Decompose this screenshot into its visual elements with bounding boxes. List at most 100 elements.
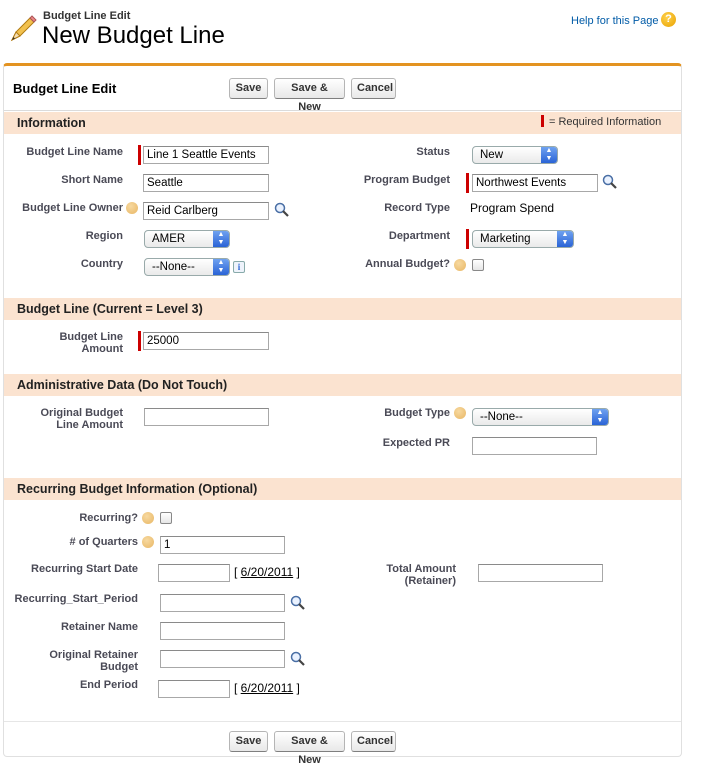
- label-budget-type: Budget Type: [384, 407, 450, 419]
- section-title: Administrative Data (Do Not Touch): [17, 378, 228, 392]
- retainer-name-input[interactable]: [160, 622, 285, 640]
- quarters-input[interactable]: 1: [160, 536, 285, 554]
- select-arrows-icon: ▲ ▼: [213, 259, 229, 275]
- annual-budget-checkbox[interactable]: [472, 259, 484, 271]
- label-line: Original Budget: [40, 407, 124, 419]
- label-original-retainer-budget: Original Retainer Budget: [10, 649, 138, 673]
- required-legend: = Required Information: [541, 115, 661, 128]
- label-region: Region: [85, 230, 123, 242]
- section-recurring: Recurring Budget Information (Optional): [4, 478, 681, 500]
- date-today-value[interactable]: 6/20/2011: [241, 681, 294, 695]
- breadcrumb: Budget Line Edit: [43, 10, 131, 22]
- label-line: Line Amount: [56, 419, 123, 431]
- section-admin: Administrative Data (Do Not Touch): [4, 374, 681, 396]
- status-select[interactable]: New ▲ ▼: [472, 146, 558, 164]
- original-amount-input[interactable]: [144, 408, 269, 426]
- save-new-button-bottom[interactable]: Save & New: [274, 731, 345, 766]
- lookup-icon[interactable]: [289, 595, 306, 610]
- region-select[interactable]: AMER ▲ ▼: [144, 230, 230, 248]
- pencil-icon: [10, 15, 37, 42]
- save-new-button-top[interactable]: Save & New: [274, 78, 345, 113]
- cancel-button-top[interactable]: Cancel: [351, 78, 396, 99]
- help-bubble-icon[interactable]: [142, 512, 154, 524]
- date-today-link[interactable]: [ 6/20/2011 ]: [234, 681, 300, 695]
- recurring-start-period-input[interactable]: [160, 594, 285, 612]
- expected-pr-input[interactable]: [472, 437, 597, 455]
- divider: [4, 110, 681, 111]
- section-title: Budget Line (Current = Level 3): [17, 302, 203, 316]
- date-today-link[interactable]: [ 6/20/2011 ]: [234, 565, 300, 579]
- label-end-period: End Period: [79, 679, 138, 691]
- label-annual-budget: Annual Budget?: [365, 258, 450, 270]
- select-arrows-icon: ▲ ▼: [557, 231, 573, 247]
- label-line: Budget: [100, 661, 138, 673]
- cancel-button-bottom[interactable]: Cancel: [351, 731, 396, 752]
- department-select[interactable]: Marketing ▲ ▼: [472, 230, 574, 248]
- short-name-input[interactable]: Seattle: [143, 174, 269, 192]
- budget-line-amount-input[interactable]: 25000: [143, 332, 269, 350]
- department-value: Marketing: [480, 233, 531, 245]
- status-value: New: [480, 149, 504, 161]
- label-short-name: Short Name: [61, 174, 123, 186]
- original-retainer-input[interactable]: [160, 650, 285, 668]
- question-icon[interactable]: ?: [661, 12, 676, 27]
- panel-title: Budget Line Edit: [13, 81, 117, 96]
- save-button-bottom[interactable]: Save: [229, 731, 268, 752]
- label-budget-line-name: Budget Line Name: [26, 146, 123, 158]
- select-arrows-icon: ▲ ▼: [213, 231, 229, 247]
- owner-input[interactable]: Reid Carlberg: [143, 202, 269, 220]
- required-marker: [138, 331, 141, 351]
- divider: [4, 721, 681, 722]
- budget-line-name-input[interactable]: Line 1 Seattle Events: [143, 146, 269, 164]
- lookup-icon[interactable]: [289, 651, 306, 666]
- required-marker: [466, 229, 469, 249]
- label-line: (Retainer): [404, 575, 456, 587]
- recurring-start-date-input[interactable]: [158, 564, 230, 582]
- required-marker: [466, 173, 469, 193]
- label-line: Budget Line: [59, 331, 123, 343]
- total-amount-input[interactable]: [478, 564, 603, 582]
- save-button-top[interactable]: Save: [229, 78, 268, 99]
- section-budget-line: Budget Line (Current = Level 3): [4, 298, 681, 320]
- lookup-icon[interactable]: [273, 202, 290, 217]
- select-arrows-icon: ▲ ▼: [592, 409, 608, 425]
- help-bubble-icon[interactable]: [142, 536, 154, 548]
- info-icon[interactable]: i: [233, 261, 245, 273]
- label-recurring-start-date: Recurring Start Date: [31, 563, 138, 575]
- country-value: --None--: [152, 261, 195, 273]
- required-marker: [541, 115, 544, 127]
- select-arrows-icon: ▲ ▼: [541, 147, 557, 163]
- label-recurring-start-period: Recurring_Start_Period: [14, 593, 138, 605]
- help-link[interactable]: Help for this Page: [571, 15, 658, 27]
- budget-type-value: --None--: [480, 411, 523, 423]
- program-budget-input[interactable]: Northwest Events: [472, 174, 598, 192]
- required-marker: [138, 145, 141, 165]
- section-title: Information: [17, 116, 86, 130]
- recurring-checkbox[interactable]: [160, 512, 172, 524]
- label-record-type: Record Type: [384, 202, 450, 214]
- end-period-input[interactable]: [158, 680, 230, 698]
- page-title: New Budget Line: [42, 22, 225, 49]
- date-today-value[interactable]: 6/20/2011: [241, 565, 294, 579]
- help-bubble-icon[interactable]: [126, 202, 138, 214]
- label-budget-line-amount: Budget Line Amount: [10, 331, 123, 355]
- label-line: Original Retainer: [49, 649, 138, 661]
- country-select[interactable]: --None-- ▲ ▼: [144, 258, 230, 276]
- label-department: Department: [388, 230, 450, 242]
- help-bubble-icon[interactable]: [454, 259, 466, 271]
- label-budget-line-owner: Budget Line Owner: [22, 202, 123, 214]
- record-type-value: Program Spend: [470, 201, 555, 215]
- label-status: Status: [416, 146, 450, 158]
- budget-type-select[interactable]: --None-- ▲ ▼: [472, 408, 609, 426]
- label-recurring: Recurring?: [79, 512, 138, 524]
- lookup-icon[interactable]: [601, 174, 618, 189]
- section-title: Recurring Budget Information (Optional): [17, 482, 258, 496]
- label-line: Amount: [81, 343, 123, 355]
- label-program-budget: Program Budget: [363, 174, 450, 186]
- help-bubble-icon[interactable]: [454, 407, 466, 419]
- label-expected-pr: Expected PR: [382, 437, 450, 449]
- required-legend-text: = Required Information: [549, 116, 662, 128]
- region-value: AMER: [152, 233, 186, 245]
- label-quarters: # of Quarters: [69, 536, 138, 548]
- label-retainer-name: Retainer Name: [60, 621, 138, 633]
